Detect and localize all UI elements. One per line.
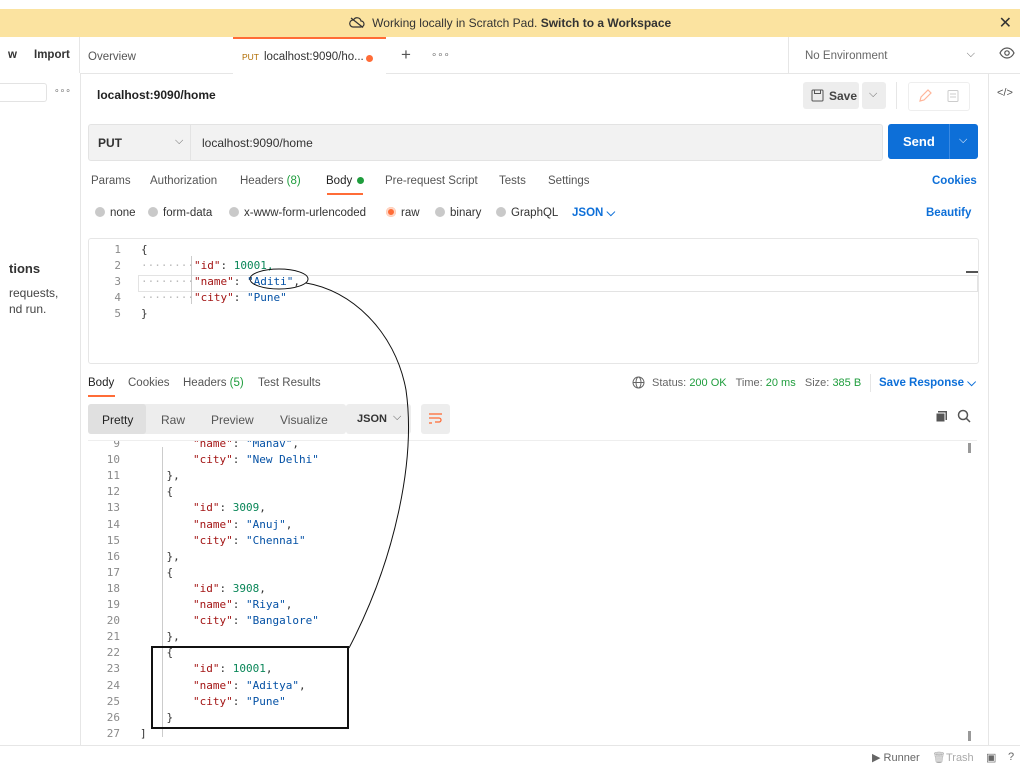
runner-label: Runner [883,752,920,764]
help-icon[interactable]: ? [1008,751,1014,763]
status-bar: ▶ Runner 🗑Trash ▣ ? [0,745,1020,766]
trash-label: Trash [945,752,974,764]
highlight-circle [249,268,309,290]
highlight-box [151,646,349,729]
annotation-arrow [305,282,409,649]
annotation-overlay [151,268,409,729]
runner-icon: ▶ [872,752,881,764]
runner-button[interactable]: ▶ Runner [872,751,920,764]
layout-icon[interactable]: ▣ [986,751,996,764]
trash-icon: 🗑 [932,752,946,764]
trash-button[interactable]: 🗑Trash [932,751,974,764]
